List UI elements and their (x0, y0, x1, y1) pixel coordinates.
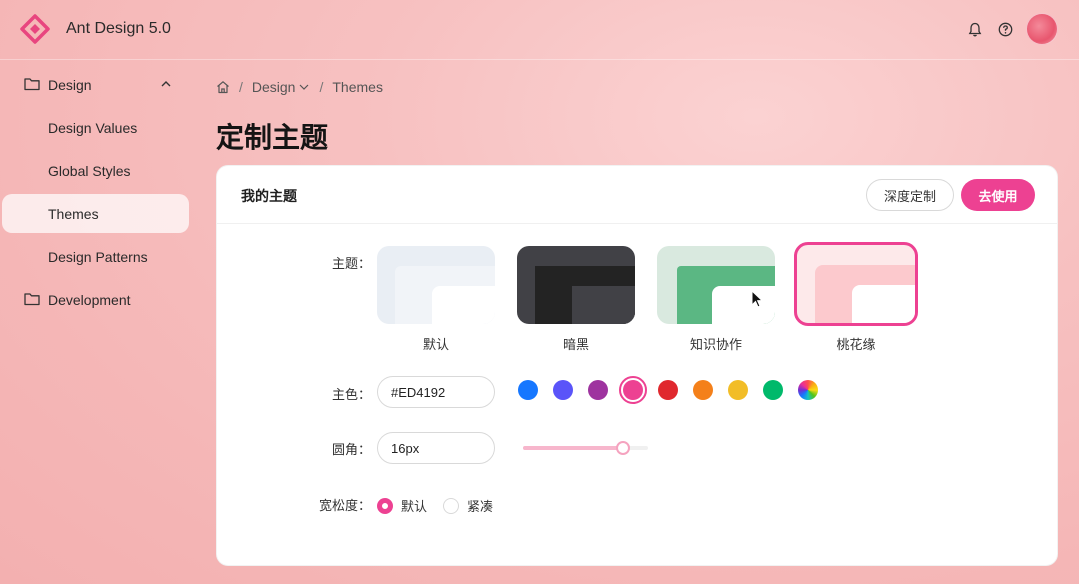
sidebar-item-design[interactable]: Design (2, 65, 189, 104)
tile-layer (712, 286, 775, 324)
theme-name: 默认 (422, 337, 449, 352)
theme-option-blossom[interactable] (794, 242, 918, 326)
theme-option-default[interactable] (377, 246, 495, 324)
sidebar: Design Design Values Global Styles Theme… (0, 60, 200, 584)
top-header: Ant Design 5.0 (0, 0, 1079, 60)
theme-label: 主题： (331, 256, 371, 271)
density-label: 宽松度： (318, 498, 371, 513)
primary-color-input[interactable]: #ED4192 (377, 376, 495, 408)
card-header: 我的主题 深度定制 去使用 (217, 166, 1057, 224)
theme-name: 暗黑 (562, 337, 589, 352)
sidebar-item-label: Design Patterns (48, 248, 148, 265)
sidebar-item-design-patterns[interactable]: Design Patterns (2, 237, 189, 276)
sidebar-item-design-values[interactable]: Design Values (2, 108, 189, 147)
question-circle-icon[interactable] (996, 20, 1014, 38)
theme-card: 我的主题 深度定制 去使用 主题： 默认 暗黑 知识协作 桃花缘 主色： #ED… (216, 165, 1058, 566)
chevron-up-icon (161, 81, 171, 87)
primary-color-label: 主色： (331, 387, 371, 402)
theme-name: 知识协作 (689, 337, 742, 352)
radius-input[interactable]: 16px (377, 432, 495, 464)
folder-icon (24, 78, 40, 91)
color-swatch-pink-selected[interactable] (619, 376, 647, 404)
swatch-fill (623, 380, 643, 400)
color-swatch-yellow[interactable] (728, 380, 748, 400)
density-radio-default[interactable]: 默认 (377, 496, 427, 515)
breadcrumb: / Design / Themes (216, 79, 383, 95)
radio-label: 默认 (401, 499, 428, 514)
folder-icon (24, 293, 40, 306)
color-swatch-orange[interactable] (693, 380, 713, 400)
home-icon[interactable] (216, 80, 230, 94)
tile-layer (432, 286, 495, 324)
sidebar-item-label: Themes (48, 205, 99, 222)
theme-option-lark[interactable] (657, 246, 775, 324)
sidebar-item-themes[interactable]: Themes (2, 194, 189, 233)
page-title: 定制主题 (216, 122, 329, 153)
theme-option-dark[interactable] (517, 246, 635, 324)
sidebar-item-label: Global Styles (48, 162, 131, 179)
chevron-down-icon[interactable] (298, 82, 310, 92)
tile-layer (572, 286, 635, 324)
breadcrumb-themes: Themes (332, 79, 383, 95)
radius-label: 圆角： (331, 442, 371, 457)
density-radio-compact[interactable]: 紧凑 (443, 496, 493, 515)
color-swatch-red[interactable] (658, 380, 678, 400)
color-picker-icon[interactable] (798, 380, 818, 400)
color-swatch-green[interactable] (763, 380, 783, 400)
color-swatch-indigo[interactable] (553, 380, 573, 400)
use-theme-button[interactable]: 去使用 (961, 179, 1035, 211)
color-swatch-purple[interactable] (588, 380, 608, 400)
sidebar-item-global-styles[interactable]: Global Styles (2, 151, 189, 190)
color-swatch-blue[interactable] (518, 380, 538, 400)
breadcrumb-separator: / (319, 79, 324, 95)
sidebar-item-development[interactable]: Development (2, 280, 189, 319)
radio-dot (377, 497, 393, 514)
ant-design-logo-icon[interactable] (20, 14, 50, 44)
card-title: 我的主题 (241, 188, 297, 204)
sidebar-item-label: Design Values (48, 119, 138, 136)
radio-dot (443, 497, 459, 514)
radius-slider-handle[interactable] (616, 441, 630, 455)
theme-name: 桃花缘 (836, 337, 876, 352)
radius-slider-fill (523, 446, 623, 450)
breadcrumb-design[interactable]: Design (252, 79, 296, 95)
tile-layer (852, 285, 915, 323)
avatar[interactable] (1026, 13, 1058, 45)
breadcrumb-separator: / (239, 79, 243, 95)
sidebar-item-label: Development (48, 291, 131, 308)
radio-label: 紧凑 (467, 499, 494, 514)
bell-icon[interactable] (966, 20, 984, 38)
app-title: Ant Design 5.0 (66, 20, 171, 37)
sidebar-item-label: Design (48, 76, 92, 93)
mouse-cursor-icon (751, 290, 764, 308)
customize-button[interactable]: 深度定制 (866, 179, 954, 211)
